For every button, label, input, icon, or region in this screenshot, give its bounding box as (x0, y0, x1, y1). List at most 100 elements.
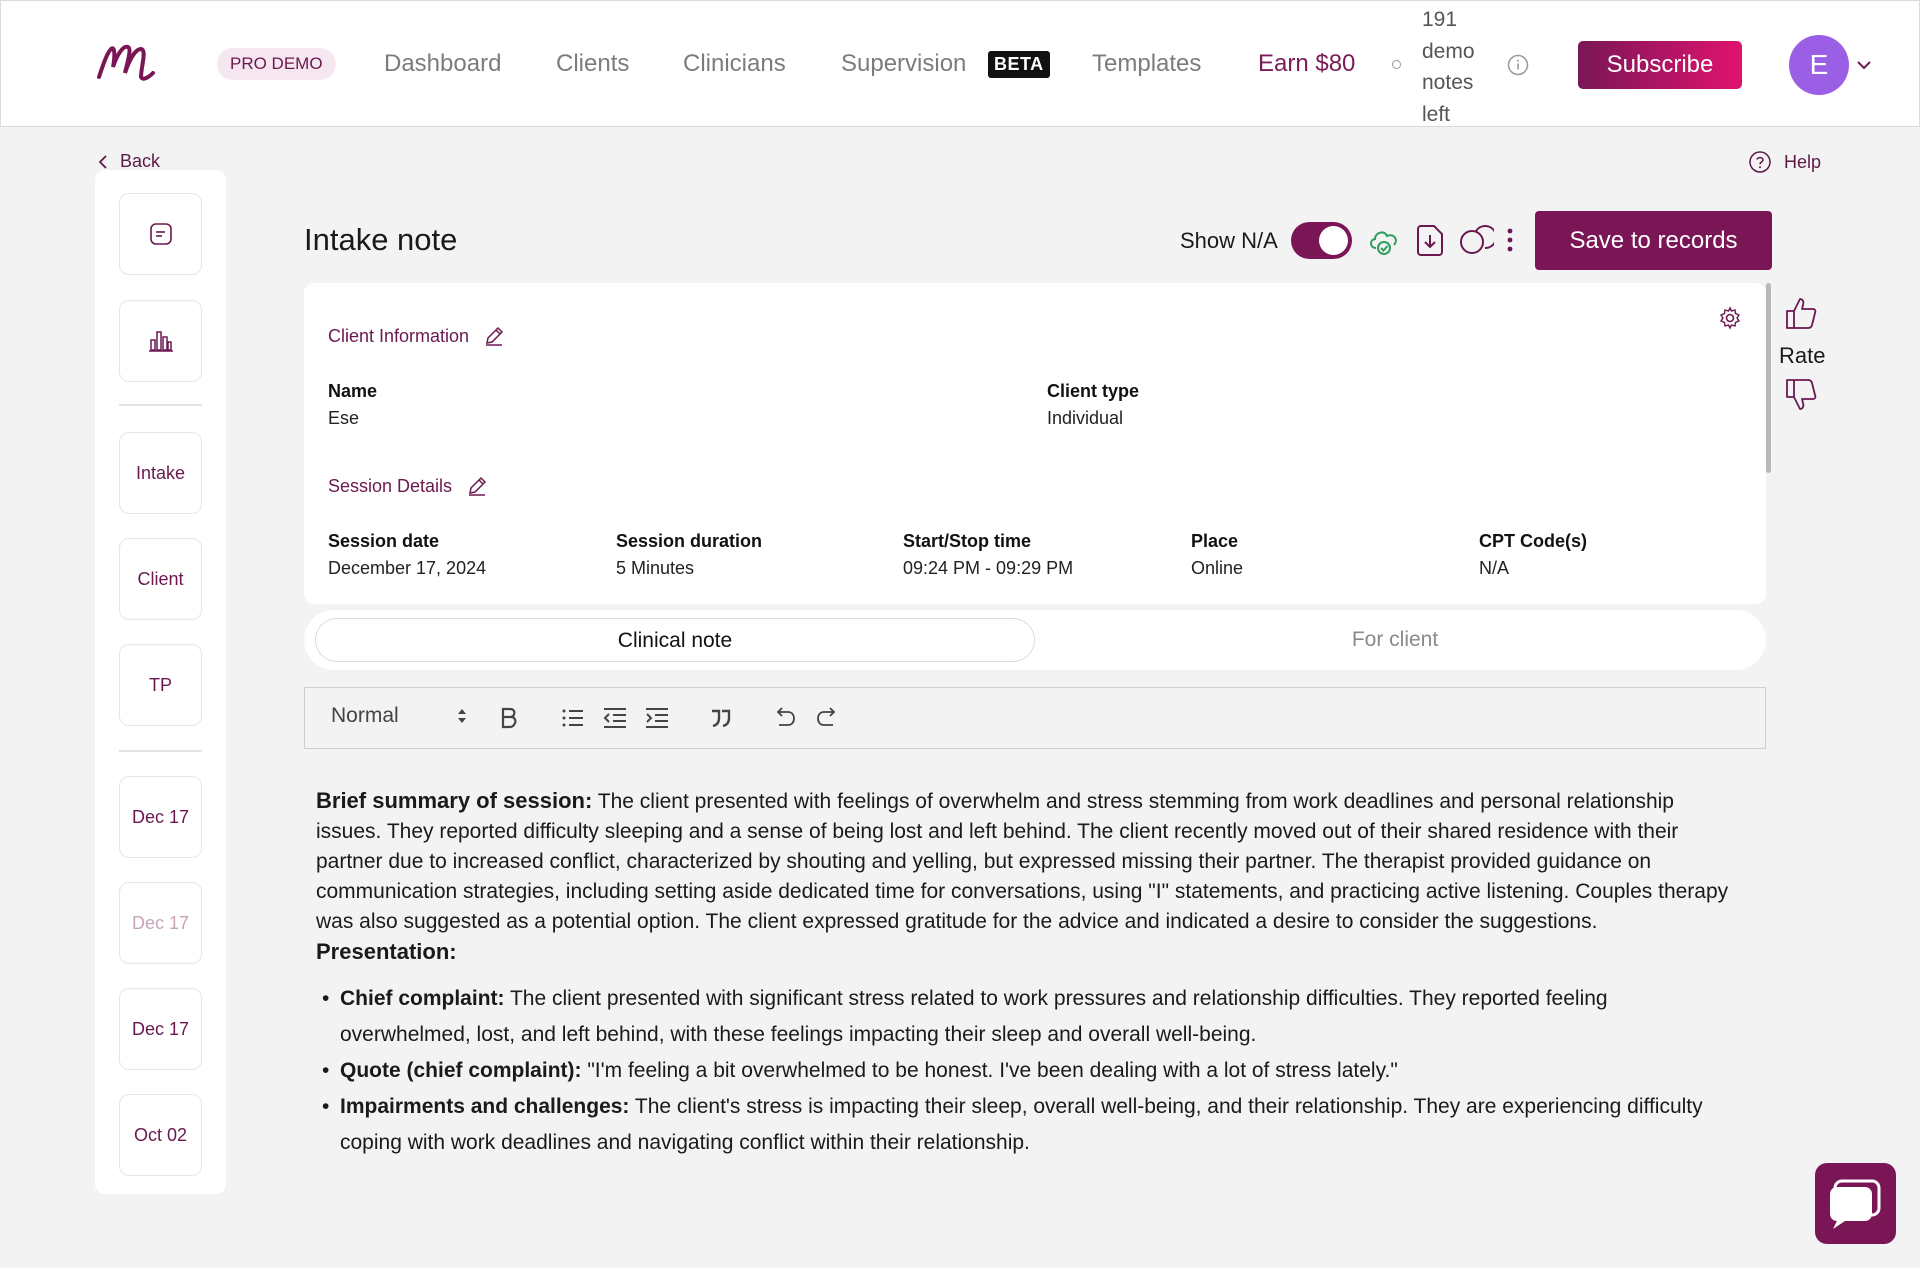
session-date-value: December 17, 2024 (328, 558, 487, 578)
thumbs-up-icon[interactable] (1784, 295, 1820, 331)
place-label: Place (1191, 531, 1239, 551)
summary-paragraph: Brief summary of session: The client pre… (316, 786, 1734, 937)
summary-heading: Brief summary of session: (316, 788, 593, 813)
download-icon[interactable] (1412, 222, 1448, 258)
impairments-label: Impairments and challenges: (340, 1095, 630, 1118)
pro-demo-badge: PRO DEMO (217, 48, 336, 80)
outdent-icon[interactable] (601, 704, 629, 732)
quote-text: "I'm feeling a bit overwhelmed to be hon… (581, 1059, 1398, 1082)
place-value: Online (1191, 558, 1244, 578)
help-label: Help (1784, 151, 1822, 172)
session-date-label: Session date (328, 531, 440, 551)
clinical-note-editor[interactable]: Brief summary of session: The client pre… (316, 786, 1734, 1188)
copy-icon[interactable] (1458, 222, 1494, 258)
chief-complaint-text: The client presented with significant st… (340, 987, 1608, 1046)
cpt-code-label: CPT Code(s) (1479, 531, 1587, 551)
rail-divider (119, 750, 202, 752)
note-view-tabs: Clinical note For client (304, 610, 1766, 670)
chat-icon (1830, 1179, 1881, 1229)
thumbs-down-icon[interactable] (1784, 377, 1820, 413)
toggle-knob (1319, 226, 1348, 255)
nav-supervision[interactable]: Supervision (841, 50, 966, 78)
start-stop-value: 09:24 PM - 09:29 PM (903, 558, 1074, 578)
presentation-list: Chief complaint: The client presented wi… (316, 981, 1734, 1161)
session-duration-value: 5 Minutes (616, 558, 695, 578)
app-logo[interactable] (95, 37, 159, 87)
help-icon (1749, 151, 1771, 173)
chief-complaint-label: Chief complaint: (340, 987, 505, 1010)
presentation-heading: Presentation: (316, 939, 457, 964)
client-name-value: Ese (328, 408, 360, 428)
show-na-toggle[interactable] (1291, 222, 1352, 259)
save-to-records-button[interactable]: Save to records (1535, 211, 1772, 270)
pencil-icon[interactable] (483, 325, 505, 347)
nav-templates[interactable]: Templates (1092, 50, 1201, 78)
cloud-check-icon[interactable] (1366, 222, 1402, 258)
chart-icon (148, 331, 173, 352)
back-label: Back (120, 151, 161, 171)
list-item: Quote (chief complaint): "I'm feeling a … (316, 1053, 1734, 1089)
select-arrows-icon (458, 709, 466, 723)
list-item: Chief complaint: The client presented wi… (316, 981, 1734, 1053)
quote-label: Quote (chief complaint): (340, 1059, 582, 1082)
bullet-list-icon[interactable] (559, 704, 587, 732)
show-na-label: Show N/A (1180, 228, 1278, 253)
session-details-section-title: Session Details (328, 475, 488, 497)
text-format-value: Normal (331, 704, 399, 727)
card-scrollbar[interactable] (1766, 283, 1771, 473)
tab-clinical-note[interactable]: Clinical note (315, 618, 1035, 662)
pencil-icon[interactable] (466, 475, 488, 497)
demo-notes-remaining: 191 demo notes left (1422, 8, 1475, 126)
start-stop-label: Start/Stop time (903, 531, 1032, 551)
rail-tp-button[interactable]: TP (119, 644, 202, 726)
undo-icon[interactable] (771, 704, 799, 732)
back-chevron-icon (98, 154, 107, 169)
editor-toolbar: Normal (304, 687, 1766, 749)
rail-intake-button[interactable]: Intake (119, 432, 202, 514)
rail-session-oct02[interactable]: Oct 02 (119, 1094, 202, 1176)
session-duration-label: Session duration (616, 531, 763, 551)
cpt-code-value: N/A (1479, 558, 1510, 578)
rail-session-dec17-b[interactable]: Dec 17 (119, 882, 202, 964)
chat-launcher-button[interactable] (1815, 1163, 1896, 1244)
client-type-label: Client type (1047, 381, 1140, 401)
subscribe-button[interactable]: Subscribe (1578, 41, 1742, 89)
info-icon[interactable] (1507, 54, 1529, 76)
nav-clinicians[interactable]: Clinicians (683, 50, 786, 78)
rail-session-dec17-c[interactable]: Dec 17 (119, 988, 202, 1070)
more-vertical-icon[interactable] (1500, 222, 1520, 258)
client-type-value: Individual (1047, 408, 1124, 428)
gear-icon[interactable] (1718, 306, 1742, 330)
session-details-title: Session Details (328, 475, 453, 496)
rail-notes-button[interactable] (119, 193, 202, 275)
rail-client-button[interactable]: Client (119, 538, 202, 620)
beta-badge: BETA (988, 51, 1050, 78)
redo-icon[interactable] (813, 704, 841, 732)
nav-dashboard[interactable]: Dashboard (384, 50, 501, 78)
status-dot-icon (1392, 60, 1401, 69)
client-info-title: Client Information (328, 325, 470, 346)
rail-divider (119, 404, 202, 406)
note-navigation-rail: Intake Client TP Dec 17 Dec 17 Dec 17 Oc… (95, 170, 226, 1194)
list-item: Impairments and challenges: The client's… (316, 1089, 1734, 1161)
tab-for-client[interactable]: For client (1035, 618, 1755, 662)
quote-icon[interactable] (707, 704, 735, 732)
user-avatar[interactable]: E (1789, 35, 1849, 95)
bold-icon[interactable] (495, 704, 523, 732)
nav-earn-referral[interactable]: Earn $80 (1258, 50, 1355, 78)
chevron-down-icon[interactable] (1855, 56, 1873, 74)
client-info-section-title: Client Information (328, 325, 505, 347)
indent-icon[interactable] (643, 704, 671, 732)
top-navigation: PRO DEMO Dashboard Clients Clinicians Su… (0, 0, 1920, 127)
rail-progress-button[interactable] (119, 300, 202, 382)
nav-clients[interactable]: Clients (556, 50, 629, 78)
rate-label: Rate (1779, 343, 1826, 368)
help-link[interactable]: Help (1748, 150, 1821, 174)
session-info-card (304, 283, 1766, 604)
back-link[interactable]: Back (98, 151, 160, 172)
client-name-label: Name (328, 381, 378, 401)
note-icon (149, 223, 172, 245)
page-title: Intake note (304, 222, 458, 257)
text-format-select[interactable]: Normal (331, 704, 467, 728)
rail-session-dec17-a[interactable]: Dec 17 (119, 776, 202, 858)
